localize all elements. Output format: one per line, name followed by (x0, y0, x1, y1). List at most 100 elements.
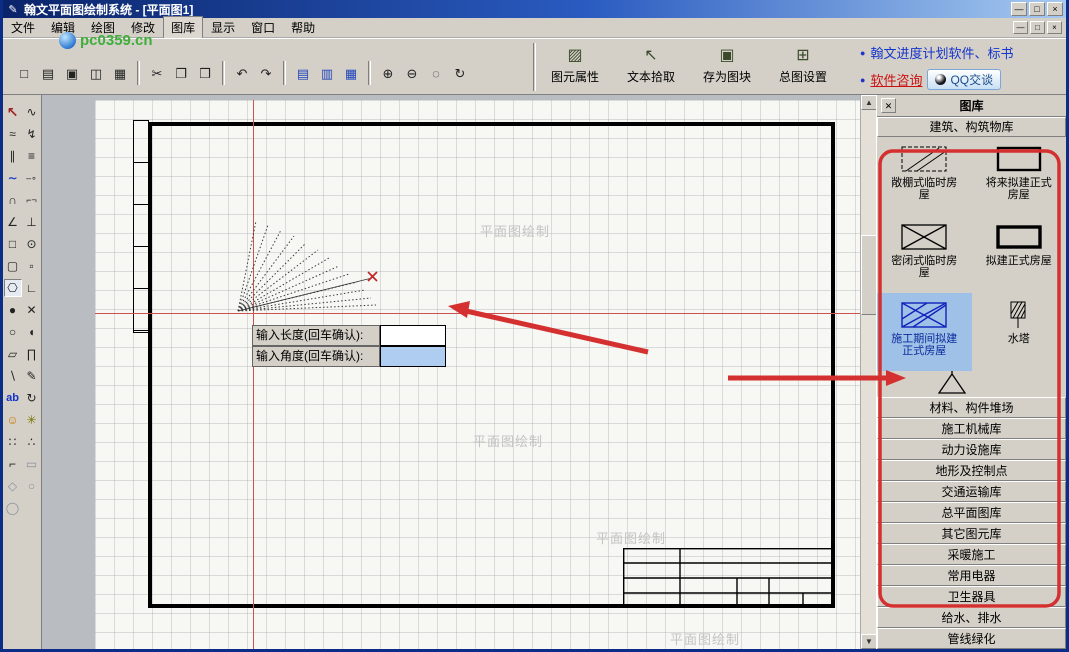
menu-item-library[interactable]: 图库 (163, 16, 203, 39)
vertical-scrollbar[interactable]: ▲ ▼ (860, 95, 876, 649)
library-category-button[interactable]: 总平面图库 (877, 502, 1066, 523)
diamond-tool[interactable]: ◇ (4, 477, 22, 495)
corner-tool[interactable]: ∟ (23, 279, 41, 297)
zigzag-tool[interactable]: ↯ (23, 125, 41, 143)
consult-link[interactable]: 软件咨询 (870, 70, 922, 89)
paste-button[interactable]: ❒ (194, 62, 216, 84)
symbol-construction-period-house[interactable]: 施工期间拟建正式房屋 (877, 293, 972, 371)
spiral-tool[interactable]: ↻ (23, 389, 41, 407)
undo-button[interactable]: ↶ (231, 62, 253, 84)
library-category-button[interactable]: 动力设施库 (877, 439, 1066, 460)
text-tool[interactable]: ab (4, 389, 22, 407)
print-preview-button[interactable]: ◫ (85, 62, 107, 84)
library-category-button[interactable]: 材料、构件堆场 (877, 397, 1066, 418)
symbol-planned-permanent-house[interactable]: 拟建正式房屋 (972, 215, 1067, 293)
zoom-extents-button[interactable]: ↻ (449, 62, 471, 84)
save-as-block-button[interactable]: ▣ 存为图块 (697, 43, 757, 87)
child-minimize-button[interactable]: — (1013, 21, 1028, 34)
eyedropper-tool[interactable]: ∖ (4, 367, 22, 385)
oval2-tool[interactable]: ◯ (4, 499, 22, 517)
symbol-closed-temporary-house[interactable]: 密闭式临时房屋 (877, 215, 972, 293)
arc-tool[interactable]: ∩ (4, 191, 22, 209)
minimize-button[interactable]: — (1011, 2, 1027, 16)
corner-line-tool[interactable]: ⌐ (4, 455, 22, 473)
perpendicular-tool[interactable]: ⊥ (23, 213, 41, 231)
library-category-button[interactable]: 常用电器 (877, 565, 1066, 586)
save-button[interactable]: ▣ (61, 62, 83, 84)
library-category-button[interactable]: 地形及控制点 (877, 460, 1066, 481)
symbol-temporary-shed[interactable]: 敞棚式临时房屋 (877, 137, 972, 215)
drawing-canvas[interactable]: 平面图绘制 平面图绘制 平面图绘制 平面图绘制 输入长度(回车确认): 输入角度… (42, 95, 876, 649)
scrollbar-thumb[interactable] (861, 235, 876, 315)
element-properties-button[interactable]: ▨ 图元属性 (545, 43, 605, 87)
cascade-button[interactable]: ▦ (340, 62, 362, 84)
gate-tool[interactable]: ∏ (23, 345, 41, 363)
child-restore-button[interactable]: □ (1030, 21, 1045, 34)
library-category-button[interactable]: 给水、排水 (877, 607, 1066, 628)
master-plan-settings-button[interactable]: ⊞ 总图设置 (773, 43, 833, 87)
menu-item-file[interactable]: 文件 (3, 16, 43, 39)
angle-line-tool[interactable]: ∠ (4, 213, 22, 231)
star-tool[interactable]: ✳ (23, 411, 41, 429)
menu-item-help[interactable]: 帮助 (283, 16, 323, 39)
dots-grid-tool[interactable]: ∷ (4, 433, 22, 451)
library-category-button[interactable]: 管线绿化 (877, 628, 1066, 649)
promo-link[interactable]: 翰文进度计划软件、标书 (870, 43, 1013, 62)
circle-center-tool[interactable]: ⊙ (23, 235, 41, 253)
tile-vertical-button[interactable]: ▥ (316, 62, 338, 84)
erase-tool[interactable]: ✕ (23, 301, 41, 319)
square-tool[interactable]: ▫ (23, 257, 41, 275)
copy-button[interactable]: ❐ (170, 62, 192, 84)
scroll-down-button[interactable]: ▼ (861, 634, 876, 649)
parallel-lines-tool[interactable]: ∥ (4, 147, 22, 165)
tile-horizontal-button[interactable]: ▤ (292, 62, 314, 84)
rectangle-tool[interactable]: □ (4, 235, 22, 253)
new-button[interactable]: □ (13, 62, 35, 84)
scroll-up-button[interactable]: ▲ (861, 95, 876, 110)
zoom-out-button[interactable]: ⊖ (401, 62, 423, 84)
polyline-tool[interactable]: ∿ (23, 103, 41, 121)
close-button[interactable]: × (1047, 2, 1063, 16)
symbol-future-permanent-house[interactable]: 将来拟建正式房屋 (972, 137, 1067, 215)
tent-symbol-icon[interactable] (929, 371, 975, 399)
library-category-button[interactable]: 采暖施工 (877, 544, 1066, 565)
library-category-button[interactable]: 卫生器具 (877, 586, 1066, 607)
text-pick-button[interactable]: ↖ 文本拾取 (621, 43, 681, 87)
library-category-button[interactable]: 施工机械库 (877, 418, 1066, 439)
menu-item-window[interactable]: 窗口 (243, 16, 283, 39)
redo-button[interactable]: ↷ (255, 62, 277, 84)
zoom-window-button[interactable]: ◌ (425, 62, 447, 84)
pencil-tool[interactable]: ✎ (23, 367, 41, 385)
drawing-page[interactable]: 平面图绘制 平面图绘制 平面图绘制 平面图绘制 输入长度(回车确认): 输入角度… (95, 100, 860, 649)
cut-button[interactable]: ✂ (146, 62, 168, 84)
angle-input[interactable] (380, 346, 446, 367)
trapezoid-tool[interactable]: ▱ (4, 345, 22, 363)
person-symbol-tool[interactable]: ☺ (4, 411, 22, 429)
curve-tool[interactable]: ∼ (4, 169, 22, 187)
hexagon-tool[interactable]: ⎔ (4, 279, 22, 297)
open-button[interactable]: ▤ (37, 62, 59, 84)
select-tool[interactable]: ↖ (4, 103, 22, 121)
library-category-header[interactable]: 建筑、构筑物库 (877, 117, 1066, 137)
symbol-water-tower[interactable]: 水塔 (972, 293, 1067, 371)
half-ellipse-tool[interactable]: ◖ (23, 323, 41, 341)
library-category-button[interactable]: 交通运输库 (877, 481, 1066, 502)
line-node-tool[interactable]: –∘ (23, 169, 41, 187)
length-input[interactable] (380, 325, 446, 346)
qq-chat-button[interactable]: QQ交谈 (927, 69, 1001, 90)
print-button[interactable]: ▦ (109, 62, 131, 84)
maximize-button[interactable]: □ (1029, 2, 1045, 16)
hatch-lines-tool[interactable]: ≡ (23, 147, 41, 165)
zoom-in-button[interactable]: ⊕ (377, 62, 399, 84)
ellipse-tool[interactable]: ○ (4, 323, 22, 341)
wave-tool[interactable]: ≈ (4, 125, 22, 143)
step-line-tool[interactable]: ⌐¬ (23, 191, 41, 209)
library-category-button[interactable]: 其它图元库 (877, 523, 1066, 544)
filled-ellipse-tool[interactable]: ● (4, 301, 22, 319)
fan-tool[interactable]: ∴ (23, 433, 41, 451)
menu-item-display[interactable]: 显示 (203, 16, 243, 39)
child-close-button[interactable]: × (1047, 21, 1062, 34)
rect-outline-tool[interactable]: ▭ (23, 455, 41, 473)
oval-tool[interactable]: ○ (23, 477, 41, 495)
rounded-rect-tool[interactable]: ▢ (4, 257, 22, 275)
